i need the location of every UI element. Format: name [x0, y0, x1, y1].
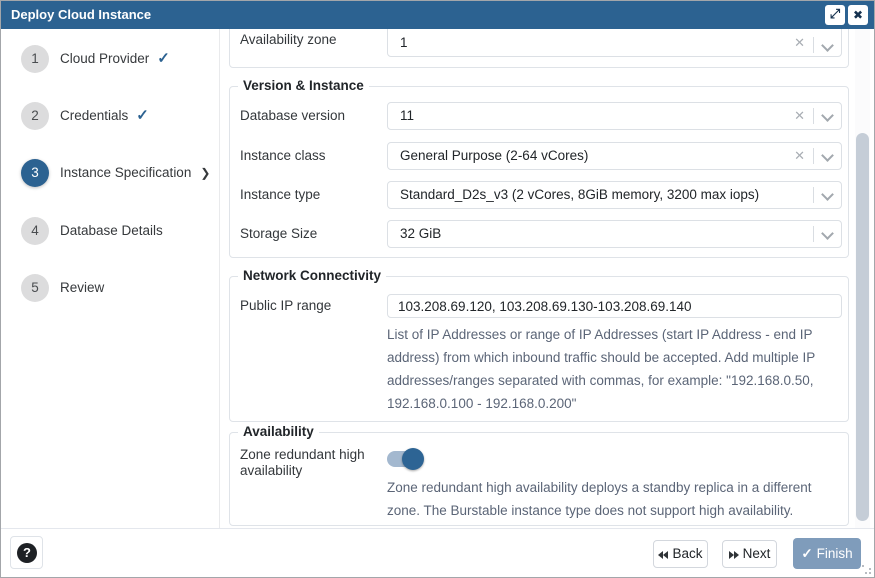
storage-size-select[interactable]: 32 GiB: [387, 220, 842, 248]
step-instance-specification[interactable]: 3 Instance Specification ❯: [1, 159, 219, 187]
combo-separator: [813, 187, 814, 203]
current-step-chevron-icon: ❯: [200, 166, 210, 180]
database-version-label: Database version: [240, 102, 385, 130]
clear-icon[interactable]: ✕: [794, 103, 805, 129]
combo-separator: [813, 37, 814, 53]
step-label: Instance Specification: [60, 165, 191, 180]
network-connectivity-legend: Network Connectivity: [238, 268, 386, 283]
step-label: Review: [60, 274, 104, 302]
step-number-badge: 3: [21, 159, 49, 187]
instance-type-value: Standard_D2s_v3 (2 vCores, 8GiB memory, …: [400, 182, 775, 208]
step-cloud-provider[interactable]: 1 Cloud Provider ✓: [1, 45, 219, 73]
maximize-icon[interactable]: ⤢: [825, 5, 845, 25]
version-instance-legend: Version & Instance: [238, 78, 369, 93]
database-version-value: 11: [400, 103, 775, 129]
check-icon: ✓: [801, 546, 812, 561]
availability-legend: Availability: [238, 424, 319, 439]
availability-zone-select[interactable]: 1 ✕: [387, 29, 842, 57]
double-arrow-right-icon: [729, 546, 739, 561]
step-label: Database Details: [60, 217, 163, 245]
database-version-select[interactable]: 11 ✕: [387, 102, 842, 130]
availability-zone-label: Availability zone: [240, 32, 385, 48]
instance-type-select[interactable]: Standard_D2s_v3 (2 vCores, 8GiB memory, …: [387, 181, 842, 209]
step-review[interactable]: 5 Review: [1, 274, 219, 302]
network-connectivity-fieldset: Network Connectivity Public IP range Lis…: [229, 276, 849, 422]
step-number-badge: 5: [21, 274, 49, 302]
chevron-down-icon[interactable]: [821, 149, 834, 162]
scrollbar-track[interactable]: [855, 29, 870, 529]
step-number-badge: 2: [21, 102, 49, 130]
ha-label: Zone redundant high availability: [240, 447, 390, 479]
availability-zone-value: 1: [400, 29, 775, 61]
public-ip-range-input[interactable]: [387, 294, 842, 318]
chevron-down-icon[interactable]: [821, 39, 834, 52]
availability-fieldset: Availability Zone redundant high availab…: [229, 432, 849, 526]
clear-icon[interactable]: ✕: [794, 29, 805, 61]
instance-class-select[interactable]: General Purpose (2-64 vCores) ✕: [387, 142, 842, 170]
next-button[interactable]: Next: [722, 540, 777, 568]
chevron-down-icon[interactable]: [821, 227, 834, 240]
help-button[interactable]: ?: [10, 536, 43, 569]
step-label: Cloud Provider: [60, 51, 149, 66]
instance-class-label: Instance class: [240, 142, 385, 170]
storage-size-label: Storage Size: [240, 220, 385, 248]
help-icon: ?: [17, 543, 37, 563]
combo-separator: [813, 108, 814, 124]
dialog-titlebar: Deploy Cloud Instance ⤢ ✖: [1, 1, 874, 29]
zone-fieldset: Availability zone 1 ✕: [229, 29, 849, 68]
close-icon[interactable]: ✖: [848, 5, 868, 25]
scrollbar-thumb[interactable]: [856, 133, 869, 521]
step-complete-check-icon: ✓: [136, 107, 149, 124]
step-database-details[interactable]: 4 Database Details: [1, 217, 219, 245]
step-number-badge: 4: [21, 217, 49, 245]
version-instance-fieldset: Version & Instance Database version 11 ✕…: [229, 86, 849, 258]
step-number-badge: 1: [21, 45, 49, 73]
public-ip-range-label: Public IP range: [240, 294, 385, 318]
ha-help: Zone redundant high availability deploys…: [387, 476, 843, 522]
instance-class-value: General Purpose (2-64 vCores): [400, 143, 775, 169]
step-label: Credentials: [60, 108, 128, 123]
chevron-down-icon[interactable]: [821, 109, 834, 122]
public-ip-range-help: List of IP Addresses or range of IP Addr…: [387, 323, 843, 415]
chevron-down-icon[interactable]: [821, 188, 834, 201]
combo-separator: [813, 226, 814, 242]
ha-toggle-knob: [402, 448, 424, 470]
ha-toggle[interactable]: [387, 451, 421, 467]
deploy-cloud-instance-dialog: Deploy Cloud Instance ⤢ ✖ 1 Cloud Provid…: [0, 0, 875, 578]
back-button[interactable]: Back: [653, 540, 708, 568]
clear-icon[interactable]: ✕: [794, 143, 805, 169]
dialog-title: Deploy Cloud Instance: [1, 1, 874, 29]
combo-separator: [813, 148, 814, 164]
dialog-footer: ? Back Next ✓Finish: [1, 528, 874, 577]
resize-grip-icon[interactable]: [862, 565, 872, 575]
finish-button[interactable]: ✓Finish: [793, 538, 861, 569]
double-arrow-left-icon: [658, 546, 668, 561]
instance-type-label: Instance type: [240, 181, 385, 209]
step-credentials[interactable]: 2 Credentials ✓: [1, 102, 219, 130]
wizard-steps-sidebar: 1 Cloud Provider ✓ 2 Credentials ✓ 3 Insta…: [1, 29, 220, 529]
storage-size-value: 32 GiB: [400, 221, 775, 247]
instance-specification-panel: Availability zone 1 ✕ Version & Instance…: [220, 29, 873, 529]
step-complete-check-icon: ✓: [157, 50, 170, 67]
